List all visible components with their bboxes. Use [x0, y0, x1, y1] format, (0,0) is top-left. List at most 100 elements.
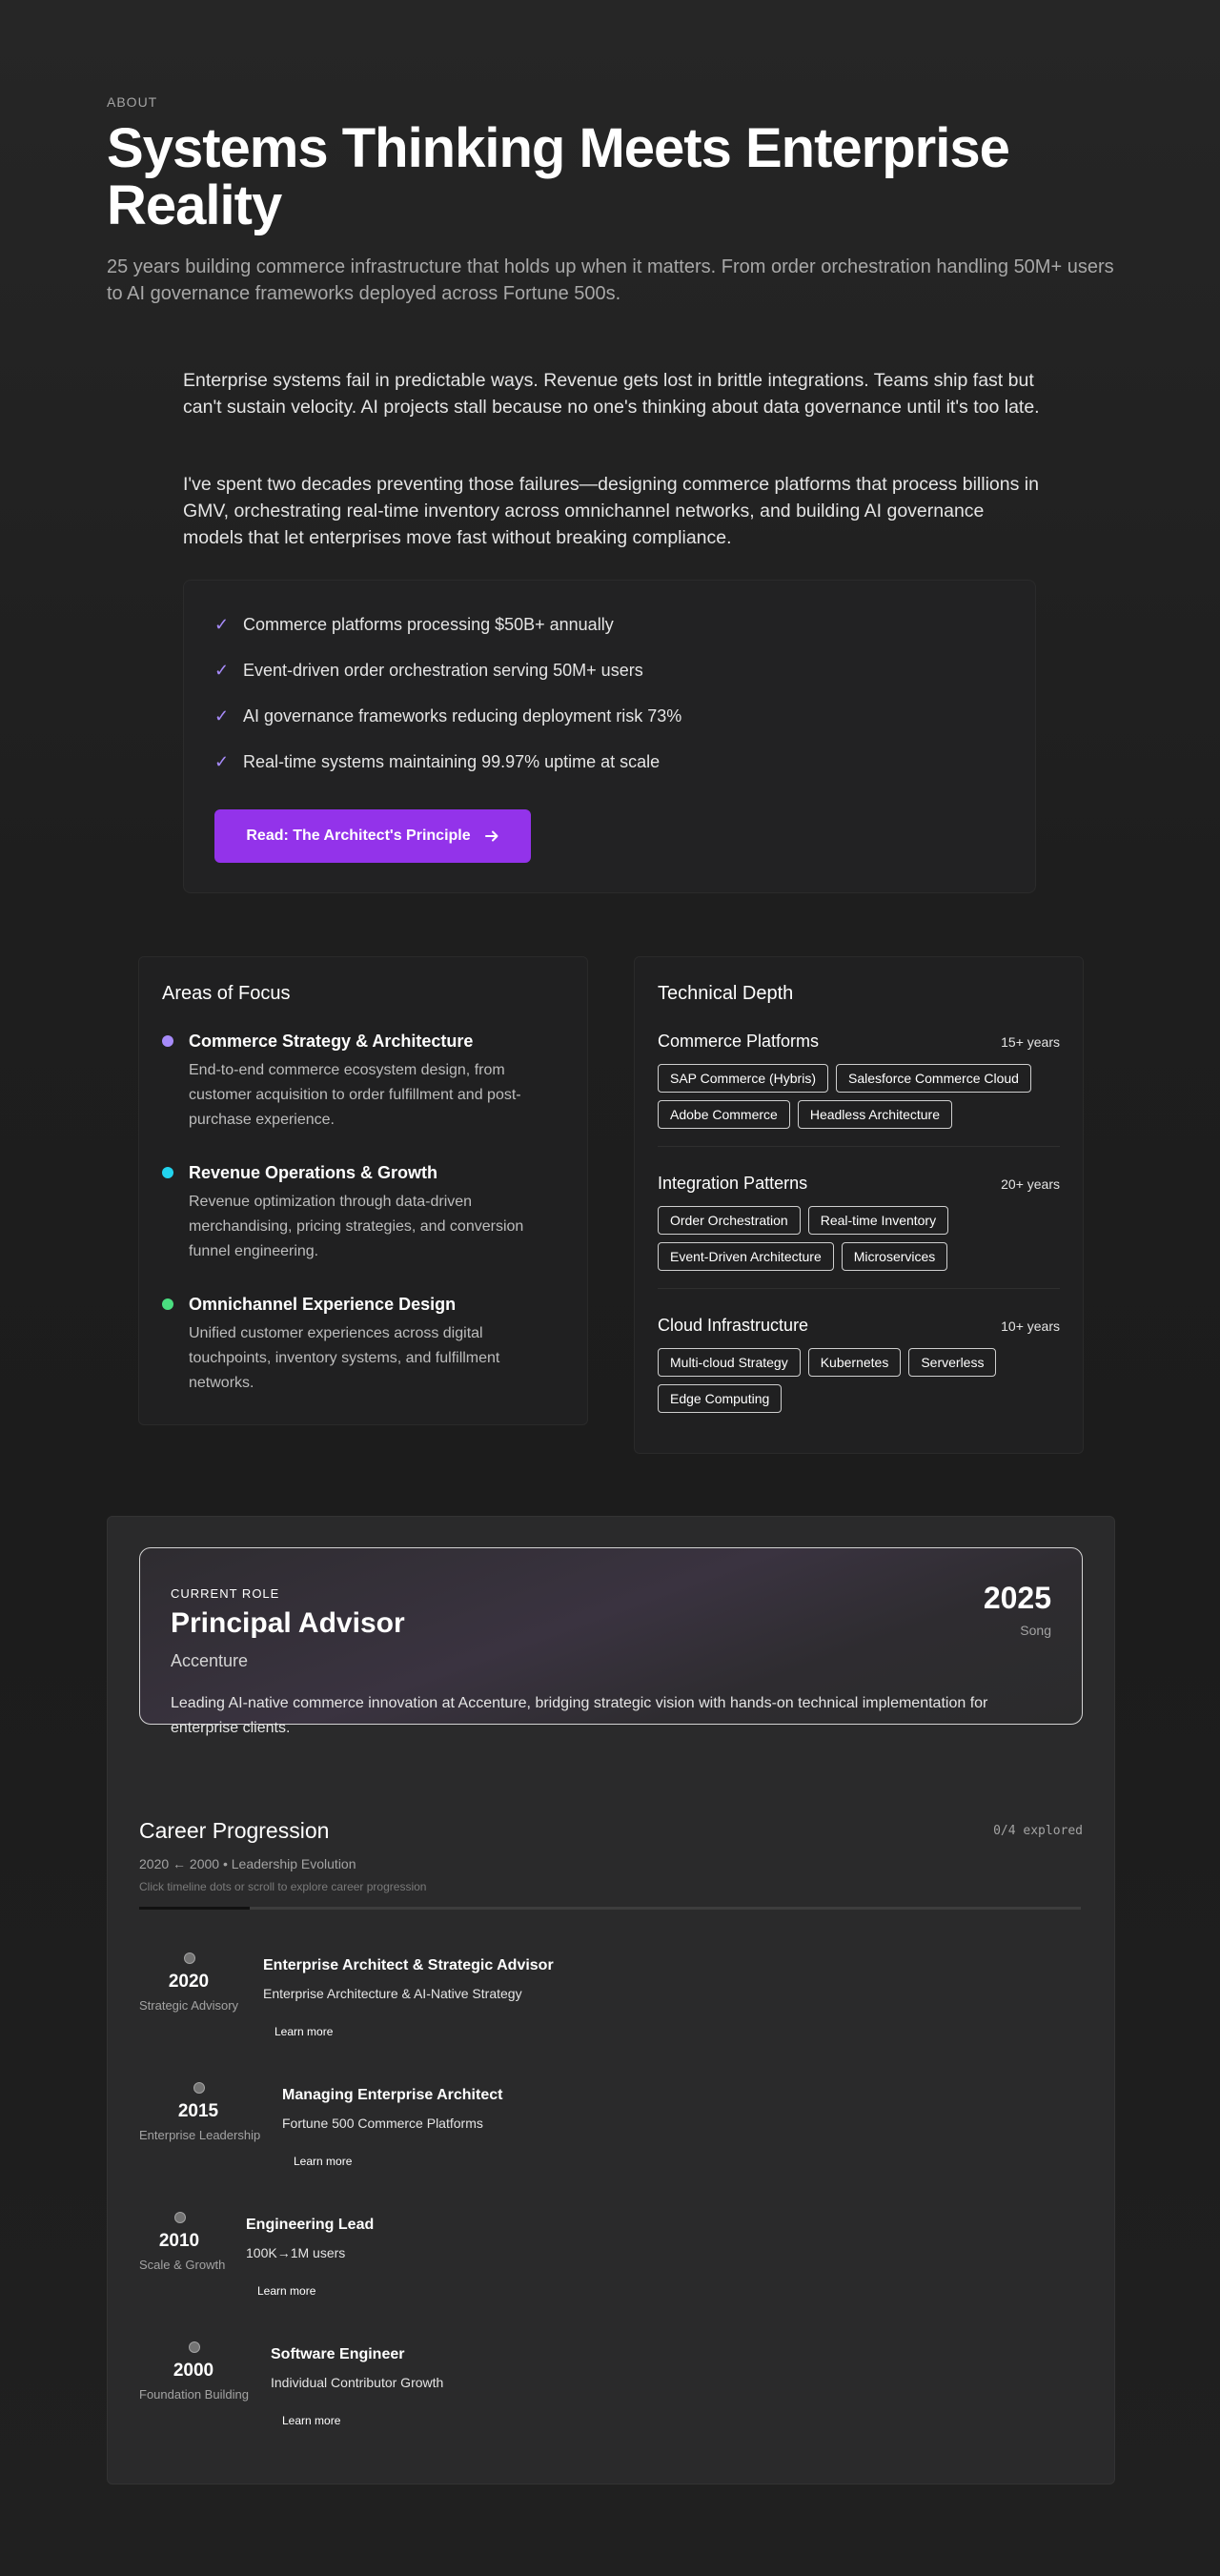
focus-item-desc: Unified customer experiences across digi…: [189, 1325, 500, 1391]
intro-paragraph-1: Enterprise systems fail in predictable w…: [183, 370, 1040, 418]
page: ABOUT Systems Thinking Meets Enterprise …: [0, 0, 1220, 2576]
career-progression-hint: Click timeline dots or scroll to explore…: [139, 1880, 427, 1893]
timeline-item: 2015 Enterprise Leadership Managing Ente…: [139, 2082, 1081, 2187]
depth-title: Technical Depth: [658, 983, 794, 1004]
accomplishment-text: Real-time systems maintaining 99.97% upt…: [243, 752, 661, 771]
timeline-label: Foundation Building: [139, 2387, 249, 2402]
timeline-dot[interactable]: [193, 2082, 205, 2094]
depth-group-name: Commerce Platforms: [658, 1032, 820, 1051]
experience-section: CURRENT ROLE Principal Advisor Accenture…: [107, 1516, 1115, 2484]
tag-list: SAP Commerce (Hybris) Salesforce Commerc…: [658, 1064, 1060, 1129]
bullet-dot-icon: [162, 1035, 173, 1047]
architects-principle-button[interactable]: Read: The Architect's Principle: [214, 809, 531, 863]
page-subtitle: 25 years building commerce infrastructur…: [107, 256, 1114, 304]
timeline-label: Enterprise Leadership: [139, 2128, 261, 2142]
current-role-card: CURRENT ROLE Principal Advisor Accenture…: [139, 1547, 1083, 1736]
accomplishment-item: ✓ Event-driven order orchestration servin…: [214, 661, 681, 706]
learn-more-button[interactable]: Learn more: [282, 2414, 340, 2427]
bullet-dot-icon: [162, 1167, 173, 1178]
timeline-dot[interactable]: [189, 2341, 200, 2353]
accomplishment-item: ✓ Commerce platforms processing $50B+ ann…: [214, 615, 681, 661]
page-title: Systems Thinking Meets Enterprise Realit…: [107, 117, 1010, 236]
arrow-right-icon: [484, 830, 498, 842]
checkmark-icon: ✓: [214, 752, 230, 771]
timeline-title: Engineering Lead: [246, 2217, 375, 2233]
timeline-subtitle: Enterprise Architecture & AI-Native Stra…: [263, 1986, 522, 2001]
checkmark-icon: ✓: [214, 615, 230, 634]
timeline-item: 2000 Foundation Building Software Engine…: [139, 2341, 1081, 2446]
timeline-label: Scale & Growth: [139, 2258, 226, 2272]
tag: Salesforce Commerce Cloud: [836, 1064, 1031, 1093]
accomplishment-item: ✓ Real-time systems maintaining 99.97% up…: [214, 752, 681, 798]
focus-item-desc: Revenue optimization through data-driven…: [189, 1194, 524, 1259]
current-role-title: Principal Advisor: [171, 1607, 405, 1639]
tag: SAP Commerce (Hybris): [658, 1064, 828, 1093]
focus-item-title: Revenue Operations & Growth: [189, 1163, 438, 1182]
learn-more-button[interactable]: Learn more: [294, 2155, 352, 2168]
tag-list: Order Orchestration Real-time Inventory …: [658, 1206, 1060, 1271]
depth-group-years: 20+ years: [1001, 1176, 1060, 1192]
tag: Adobe Commerce: [658, 1100, 790, 1129]
accomplishments-card: ✓ Commerce platforms processing $50B+ ann…: [183, 580, 1036, 893]
technical-depth-card: Technical Depth Commerce Platforms 15+ y…: [634, 956, 1084, 1454]
timeline-year: 2020: [168, 1972, 210, 1992]
section-eyebrow: ABOUT: [107, 94, 158, 110]
tag-list: Multi-cloud Strategy Kubernetes Serverle…: [658, 1348, 1060, 1413]
accomplishment-item: ✓ AI governance frameworks reducing deplo…: [214, 706, 681, 752]
depth-group-name: Cloud Infrastructure: [658, 1316, 809, 1335]
depth-group-name: Integration Patterns: [658, 1174, 808, 1193]
learn-more-button[interactable]: Learn more: [257, 2284, 315, 2298]
progress-bar-fill: [139, 1907, 250, 1910]
divider: [658, 1146, 1060, 1147]
current-role-eyebrow: CURRENT ROLE: [171, 1586, 280, 1601]
focus-item-title: Omnichannel Experience Design: [189, 1295, 457, 1314]
focus-title: Areas of Focus: [162, 983, 291, 1004]
tag: Microservices: [841, 1242, 948, 1271]
divider: [658, 1288, 1060, 1289]
accomplishment-text: AI governance frameworks reducing deploy…: [243, 706, 682, 726]
tag: Real-time Inventory: [807, 1206, 949, 1235]
timeline-label: Strategic Advisory: [139, 1998, 239, 2013]
timeline-title: Enterprise Architect & Strategic Advisor: [263, 1957, 554, 1973]
tag: Multi-cloud Strategy: [658, 1348, 801, 1377]
checkmark-icon: ✓: [214, 661, 230, 680]
tag: Headless Architecture: [797, 1100, 953, 1129]
bullet-dot-icon: [162, 1298, 173, 1310]
focus-item-title: Commerce Strategy & Architecture: [189, 1032, 474, 1051]
tag: Serverless: [908, 1348, 997, 1377]
timeline-year: 2000: [173, 2361, 214, 2381]
accomplishment-text: Commerce platforms processing $50B+ annu…: [243, 615, 614, 634]
timeline-subtitle: Fortune 500 Commerce Platforms: [282, 2116, 483, 2131]
accomplishments-list: ✓ Commerce platforms processing $50B+ ann…: [214, 615, 681, 798]
timeline-subtitle: 100K→1M users: [246, 2245, 346, 2260]
progress-bar: [139, 1907, 1081, 1910]
timeline-dot[interactable]: [174, 2212, 186, 2223]
tag: Edge Computing: [658, 1384, 783, 1413]
accomplishment-text: Event-driven order orchestration serving…: [243, 661, 643, 680]
timeline-item: 2020 Strategic Advisory Enterprise Archi…: [139, 1952, 1081, 2057]
depth-group-years: 10+ years: [1001, 1319, 1060, 1334]
intro-paragraph-2: I've spent two decades preventing those …: [183, 474, 1039, 548]
timeline-year: 2015: [177, 2101, 219, 2121]
timeline-subtitle: Individual Contributor Growth: [271, 2375, 444, 2390]
tag: Kubernetes: [807, 1348, 902, 1377]
cta-label: Read: The Architect's Principle: [246, 828, 471, 844]
current-role-year: 2025: [983, 1581, 1051, 1615]
timeline-dot[interactable]: [184, 1952, 195, 1964]
checkmark-icon: ✓: [214, 706, 230, 726]
timeline-title: Software Engineer: [271, 2346, 405, 2362]
learn-more-button[interactable]: Learn more: [274, 2025, 333, 2038]
career-progression-subtitle: 2020 ← 2000 • Leadership Evolution: [139, 1856, 356, 1871]
areas-of-focus-card: Areas of Focus Commerce Strategy & Archi…: [138, 956, 588, 1425]
explored-counter: 0/4 explored: [993, 1824, 1083, 1838]
current-role-desc: Leading AI-native commerce innovation at…: [171, 1695, 988, 1736]
focus-item-desc: End-to-end commerce ecosystem design, fr…: [189, 1062, 521, 1128]
tag: Event-Driven Architecture: [658, 1242, 834, 1271]
tag: Order Orchestration: [658, 1206, 801, 1235]
depth-group-years: 15+ years: [1001, 1034, 1060, 1050]
current-role-company: Accenture: [171, 1651, 249, 1670]
timeline-year: 2010: [158, 2231, 200, 2251]
timeline-title: Managing Enterprise Architect: [282, 2087, 503, 2103]
timeline-item: 2010 Scale & Growth Engineering Lead 100…: [139, 2212, 1081, 2317]
current-role-label: Song: [1020, 1623, 1051, 1638]
